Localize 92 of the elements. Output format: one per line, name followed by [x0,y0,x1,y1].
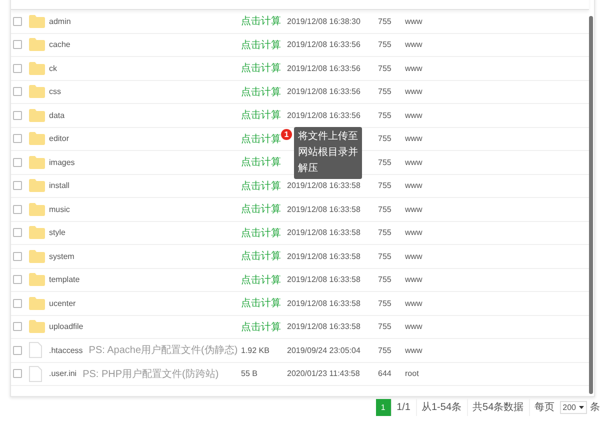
owner: www [405,181,424,190]
total-records: 共54条数据 [466,398,529,416]
checkbox[interactable] [13,40,22,50]
checkbox[interactable] [13,134,22,144]
file-name[interactable]: css [49,87,61,96]
file-name[interactable]: admin [49,16,71,26]
permission: 644 [378,369,392,378]
permission: 755 [378,110,392,120]
modified-time: 2019/12/08 16:33:56 [287,40,362,50]
modified-time: 2019/12/08 16:33:56 [287,64,362,73]
file-size: 55 B [241,369,258,378]
owner: www [405,252,424,261]
permission: 755 [378,252,392,261]
permission: 755 [378,298,392,308]
step-badge: 1 [281,129,292,140]
page-count: 1/1 [390,398,416,416]
modified-time: 2019/12/08 16:33:58 [287,298,362,308]
checkbox[interactable] [13,298,22,308]
file-name[interactable]: music [49,204,70,214]
scrollbar[interactable] [589,16,593,394]
file-name[interactable]: .htaccess [49,346,83,355]
file-name[interactable]: install [49,181,70,190]
modified-time: 2020/01/23 11:43:58 [287,369,361,378]
checkbox[interactable] [13,322,22,332]
modified-time: 2019/12/08 16:33:56 [287,110,362,120]
owner: www [405,64,424,73]
permission: 755 [378,64,392,73]
modified-time: 2019/09/24 23:05:04 [287,346,362,355]
checkbox[interactable] [13,204,22,214]
file-name[interactable]: editor [49,134,70,144]
per-page-unit: 条 [590,401,600,414]
file-name[interactable]: cache [49,40,70,50]
file-name[interactable]: ck [49,64,57,73]
file-name[interactable]: uploadfile [49,322,84,332]
checkbox[interactable] [13,181,22,190]
owner: www [405,40,424,50]
file-remark: PS: PHP用户配置文件(防跨站) [82,368,219,381]
modified-time: 2019/12/08 16:38:30 [287,16,362,26]
caret-icon [579,406,584,408]
checkbox[interactable] [13,110,22,120]
permission: 755 [378,204,392,214]
permission: 755 [378,87,392,96]
owner: www [405,298,424,308]
file-name[interactable]: system [49,252,74,261]
checkbox[interactable] [13,275,22,284]
owner: www [405,275,424,284]
checkbox[interactable] [13,87,22,96]
checkbox[interactable] [13,346,22,355]
owner: www [405,228,424,238]
checkbox[interactable] [13,228,22,238]
permission: 755 [378,16,392,26]
permission: 755 [378,228,392,238]
permission: 755 [378,322,392,332]
file-remark: PS: Apache用户配置文件(伪静态) [88,344,238,358]
owner: www [405,110,424,120]
checkbox[interactable] [13,369,22,378]
checkbox[interactable] [13,252,22,261]
checkbox[interactable] [13,158,22,167]
record-range: 从1-54条 [416,398,467,416]
owner: www [405,346,424,355]
file-size: 1.92 KB [241,346,270,355]
permission: 755 [378,181,392,190]
modified-time: 2019/12/08 16:33:56 [287,87,362,96]
permission: 755 [378,346,392,355]
tooltip: 将文件上传至网站根目录并解压 [294,127,362,179]
permission: 755 [378,158,392,167]
owner: www [405,204,424,214]
modified-time: 2019/12/08 16:33:58 [287,275,362,284]
file-name[interactable]: .user.ini [49,369,77,378]
per-page-label: 每页 [528,398,560,416]
permission: 755 [378,275,392,284]
file-name[interactable]: template [49,275,80,284]
owner: www [405,322,424,332]
file-name[interactable]: style [49,228,66,238]
modified-time: 2019/12/08 16:33:58 [287,252,362,261]
modified-time: 2019/12/08 16:33:58 [287,228,362,238]
permission: 755 [378,40,392,50]
modified-time: 2019/12/08 16:33:58 [287,181,362,190]
owner: www [405,16,424,26]
permission: 755 [378,134,392,144]
modified-time: 2019/12/08 16:33:58 [287,322,362,332]
modified-time: 2019/12/08 16:33:58 [287,204,362,214]
owner: www [405,134,424,144]
owner: www [405,158,424,167]
file-name[interactable]: data [49,110,65,120]
file-name[interactable]: ucenter [49,298,76,308]
file-name[interactable]: images [49,158,75,167]
owner: www [405,87,424,96]
checkbox[interactable] [13,16,22,26]
owner: root [405,369,420,378]
checkbox[interactable] [13,64,22,73]
per-page-select[interactable]: 200 [560,400,587,414]
